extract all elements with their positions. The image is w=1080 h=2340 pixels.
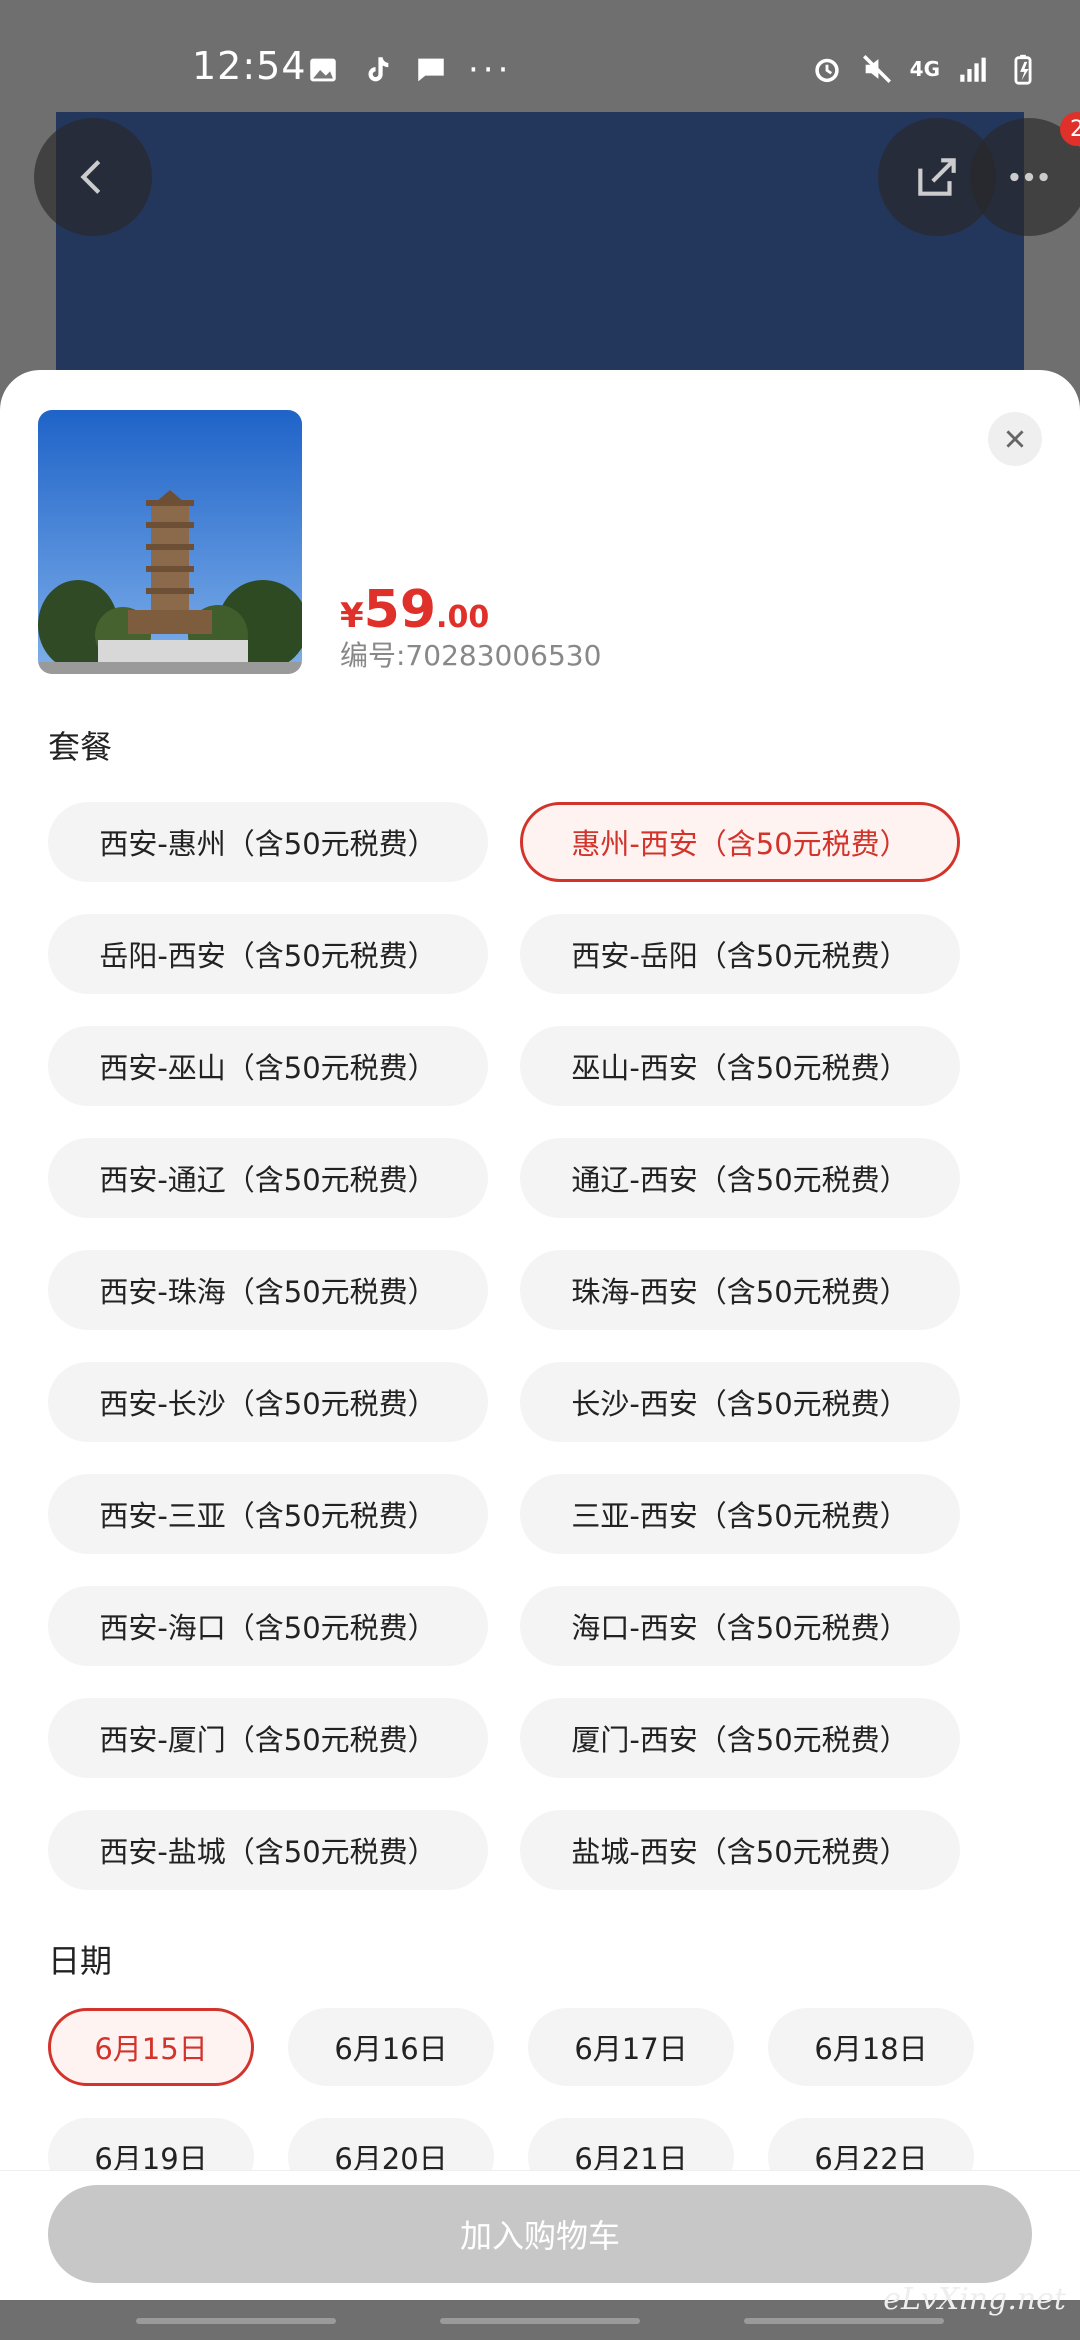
package-option[interactable]: 西安-三亚（含50元税费）: [48, 1474, 488, 1554]
package-option[interactable]: 西安-巫山（含50元税费）: [48, 1026, 488, 1106]
tiktok-icon: [368, 57, 389, 82]
date-option[interactable]: 6月15日: [48, 2008, 254, 2086]
package-option[interactable]: 西安-岳阳（含50元税费）: [520, 914, 960, 994]
more-icon: [1010, 172, 1048, 182]
sku-selector-sheet: ¥ 59 .00 编号:70283006530 套餐 西安-惠州（含50元税费）…: [0, 370, 1080, 2300]
date-option[interactable]: 6月18日: [768, 2008, 974, 2086]
product-code: 编号:70283006530: [340, 639, 602, 672]
share-icon: [918, 158, 956, 196]
package-option[interactable]: 西安-长沙（含50元税费）: [48, 1362, 488, 1442]
package-option[interactable]: 惠州-西安（含50元税费）: [520, 802, 960, 882]
notification-badge: 2: [1060, 112, 1080, 146]
network-type: 4G: [909, 57, 940, 81]
package-option[interactable]: 长沙-西安（含50元税费）: [520, 1362, 960, 1442]
package-options: 西安-惠州（含50元税费） 惠州-西安（含50元税费） 岳阳-西安（含50元税费） 西…: [48, 802, 1048, 1890]
price-currency: ¥: [340, 596, 364, 636]
package-option[interactable]: 西安-珠海（含50元税费）: [48, 1250, 488, 1330]
chevron-left-icon: [80, 160, 101, 194]
mute-icon: [862, 54, 891, 84]
package-option[interactable]: 岳阳-西安（含50元税费）: [48, 914, 488, 994]
message-icon: [418, 58, 444, 82]
package-option[interactable]: 厦门-西安（含50元税费）: [520, 1698, 960, 1778]
watermark: eLvXing.net: [883, 2282, 1066, 2317]
gallery-icon: [310, 58, 336, 82]
date-section-title: 日期: [48, 1942, 113, 1980]
date-options: 6月15日 6月16日 6月17日 6月18日 6月19日 6月20日 6月21日 6月22日: [48, 2008, 1048, 2196]
package-option[interactable]: 珠海-西安（含50元税费）: [520, 1250, 960, 1330]
status-time: 12:54: [192, 44, 307, 88]
package-option[interactable]: 海口-西安（含50元税费）: [520, 1586, 960, 1666]
nav-handle-left[interactable]: [136, 2318, 336, 2324]
pagoda-image: [38, 410, 302, 674]
package-section-title: 套餐: [48, 728, 113, 766]
more-button[interactable]: 2: [970, 112, 1080, 236]
more-notifications-icon: ···: [468, 50, 513, 90]
package-option[interactable]: 西安-通辽（含50元税费）: [48, 1138, 488, 1218]
package-option[interactable]: 西安-厦门（含50元税费）: [48, 1698, 488, 1778]
price-integer: 59: [363, 580, 437, 640]
alarm-icon: [814, 58, 839, 83]
footer-bar: 加入购物车: [0, 2170, 1080, 2300]
nav-handle-center[interactable]: [440, 2318, 640, 2324]
package-option[interactable]: 西安-盐城（含50元税费）: [48, 1810, 488, 1890]
add-to-cart-button[interactable]: 加入购物车: [48, 2185, 1032, 2283]
battery-icon: [1014, 54, 1032, 85]
hero-banner: [56, 112, 1024, 412]
nav-handle-right[interactable]: [744, 2318, 944, 2324]
price-decimal: .00: [436, 600, 490, 635]
close-button[interactable]: [988, 412, 1042, 466]
package-option[interactable]: 三亚-西安（含50元税费）: [520, 1474, 960, 1554]
date-option[interactable]: 6月17日: [528, 2008, 734, 2086]
close-icon: [1006, 430, 1024, 448]
package-option[interactable]: 巫山-西安（含50元税费）: [520, 1026, 960, 1106]
product-thumbnail: [38, 410, 302, 674]
signal-icon: [960, 57, 986, 82]
date-option[interactable]: 6月16日: [288, 2008, 494, 2086]
package-option[interactable]: 西安-惠州（含50元税费）: [48, 802, 488, 882]
product-price: ¥ 59 .00: [340, 580, 489, 640]
package-option[interactable]: 盐城-西安（含50元税费）: [520, 1810, 960, 1890]
package-option[interactable]: 西安-海口（含50元税费）: [48, 1586, 488, 1666]
package-option[interactable]: 通辽-西安（含50元税费）: [520, 1138, 960, 1218]
status-bar: 12:54 ··· 4G: [0, 0, 1080, 110]
back-button[interactable]: [34, 118, 152, 236]
